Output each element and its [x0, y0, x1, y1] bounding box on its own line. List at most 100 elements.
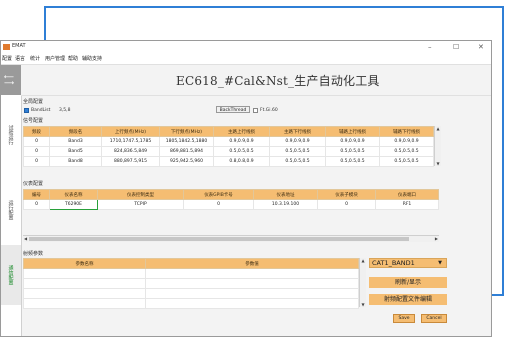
rf-config-edit-button[interactable]: 射频配置文件编辑	[369, 294, 447, 305]
instrument-name-cell[interactable]: T6290E	[49, 199, 98, 210]
backthread-button[interactable]: BackThread	[216, 106, 250, 113]
scroll-right-icon[interactable]: ▶	[435, 236, 438, 242]
table-cell[interactable]: 0.8,0.8,0.9	[213, 156, 270, 167]
table-cell[interactable]: 869,881.5,894	[159, 146, 214, 157]
scroll-down-icon[interactable]: ▼	[360, 302, 366, 307]
table-cell[interactable]: 0.5,0.5,0.5	[213, 146, 270, 157]
table-cell[interactable]: Band8	[49, 156, 102, 167]
table-row[interactable]	[23, 268, 359, 279]
table-cell[interactable]	[145, 278, 359, 289]
menu-item-support[interactable]: 辅助支持	[82, 55, 102, 62]
table-row[interactable]	[23, 278, 359, 289]
table-row[interactable]: 0 Band5 824,836.5,849 869,881.5,894 0.5,…	[23, 146, 434, 157]
table-cell[interactable]	[23, 268, 146, 279]
instrument-table-horizontal-scrollbar[interactable]: ◀ ▶	[23, 235, 439, 242]
column-header[interactable]: 辅路下行线损	[379, 126, 434, 137]
table-cell[interactable]: 0.5,0.5,0.5	[269, 146, 326, 157]
table-cell[interactable]	[23, 298, 146, 309]
scroll-down-icon[interactable]: ▼	[435, 161, 441, 166]
band-config-select[interactable]: CAT1_BAND1 ▼	[369, 258, 447, 268]
column-header[interactable]: 频段	[23, 126, 50, 137]
maximize-button[interactable]: ☐	[453, 42, 459, 53]
table-row[interactable]: 0 Band8 880,897.5,915 925,942.5,960 0.8,…	[23, 156, 434, 167]
table-cell[interactable]: TCPIP	[97, 199, 184, 210]
table-cell[interactable]	[23, 288, 146, 299]
table-cell[interactable]: 0	[317, 199, 376, 210]
column-header[interactable]: 参数值	[145, 258, 359, 269]
table-cell[interactable]: 0	[183, 199, 254, 210]
table-cell[interactable]: RF1	[375, 199, 439, 210]
column-header[interactable]: 主路下行线损	[269, 126, 326, 137]
column-header[interactable]: 仪表端口	[375, 189, 439, 200]
menu-item-help[interactable]: 帮助	[68, 55, 78, 62]
save-button[interactable]: Save	[393, 314, 415, 323]
sidebar-item-test-run[interactable]: 试验运行	[1, 105, 21, 165]
column-header[interactable]: 下行频点(MHz)	[159, 126, 214, 137]
menu-bar: 配置 语言 统计 用户管理 帮助 辅助支持	[1, 54, 491, 65]
ft-checkbox[interactable]	[253, 108, 258, 113]
menu-item-language[interactable]: 语言	[15, 55, 25, 62]
table-cell[interactable]: 1805,1842.5,1880	[159, 136, 214, 147]
table-cell[interactable]: 0.5,0.5,0.5	[269, 156, 326, 167]
sidebar-toggle[interactable]: ⟵ ⟶	[1, 65, 21, 95]
column-header[interactable]: 仪表GPIB卡号	[183, 189, 254, 200]
table-cell[interactable]: 0.5,0.5,0.5	[325, 146, 380, 157]
table-cell[interactable]: 880,897.5,915	[101, 156, 160, 167]
sidebar-item-run-config[interactable]: 运行配置	[1, 175, 21, 245]
table-cell[interactable]: 0.9,0.9,0.9	[379, 136, 434, 147]
table-cell[interactable]	[145, 268, 359, 279]
table-cell[interactable]: Band3	[49, 136, 102, 147]
column-header[interactable]: 主路上行线损	[213, 126, 270, 137]
scroll-up-icon[interactable]: ▲	[360, 258, 366, 263]
sidebar-item-comm-config[interactable]: 通信配置	[1, 245, 21, 305]
table-cell[interactable]: 0.5,0.5,0.5	[379, 156, 434, 167]
refresh-display-button[interactable]: 刷新/显示	[369, 277, 447, 288]
table-cell[interactable]: 0	[23, 136, 50, 147]
table-cell[interactable]: 0	[23, 199, 50, 210]
table-cell[interactable]: 0.5,0.5,0.5	[325, 156, 380, 167]
table-cell[interactable]: 0.9,0.9,0.9	[269, 136, 326, 147]
table-cell[interactable]: 1710,1747.5,1785	[101, 136, 160, 147]
menu-item-user-management[interactable]: 用户管理	[45, 55, 65, 62]
table-cell[interactable]: 0	[23, 146, 50, 157]
table-row[interactable]	[23, 298, 359, 309]
table-cell[interactable]: 925,942.5,960	[159, 156, 214, 167]
menu-item-config[interactable]: 配置	[2, 55, 12, 62]
scroll-thumb[interactable]	[29, 237, 409, 241]
minimize-button[interactable]: –	[428, 42, 432, 53]
table-cell[interactable]: 10.3.19.100	[253, 199, 318, 210]
column-header[interactable]: 参数名称	[23, 258, 146, 269]
sidebar-item-label: 试验运行	[7, 125, 14, 145]
scroll-up-icon[interactable]: ▲	[435, 126, 441, 131]
table-cell[interactable]: Band5	[49, 146, 102, 157]
close-button[interactable]: ✕	[478, 42, 484, 53]
table-cell[interactable]: 0.9,0.9,0.9	[325, 136, 380, 147]
table-cell[interactable]	[145, 288, 359, 299]
table-row[interactable]: 0 T6290E TCPIP 0 10.3.19.100 0 RF1	[23, 199, 439, 210]
menu-item-statistics[interactable]: 统计	[30, 55, 40, 62]
signal-table-vertical-scrollbar[interactable]: ▲ ▼	[434, 126, 441, 166]
cancel-button[interactable]: Cancel	[421, 314, 447, 323]
column-header[interactable]: 仪表子模块	[317, 189, 376, 200]
column-header[interactable]: 仪表地址	[253, 189, 318, 200]
table-cell[interactable]: 824,836.5,849	[101, 146, 160, 157]
app-logo-icon	[3, 44, 10, 50]
column-header[interactable]: 上行频点(MHz)	[101, 126, 160, 137]
column-header[interactable]: 辅路上行线损	[325, 126, 380, 137]
table-cell[interactable]	[145, 298, 359, 309]
table-cell[interactable]: 0.9,0.9,0.9	[213, 136, 270, 147]
column-header[interactable]: 仪表名称	[49, 189, 98, 200]
param-table-vertical-scrollbar[interactable]: ▲ ▼	[359, 258, 366, 307]
table-cell[interactable]: 0.5,0.5,0.5	[379, 146, 434, 157]
param-header-row: 参数名称 参数值	[23, 258, 359, 269]
column-header[interactable]: 仪表控制类型	[97, 189, 184, 200]
table-row[interactable]	[23, 288, 359, 299]
column-header[interactable]: 频段名	[49, 126, 102, 137]
table-cell[interactable]: 0	[23, 156, 50, 167]
table-row[interactable]: 0 Band3 1710,1747.5,1785 1805,1842.5,188…	[23, 136, 434, 147]
column-header[interactable]: 编号	[23, 189, 50, 200]
bandlist-value[interactable]: 3,5,8	[59, 108, 70, 113]
scroll-left-icon[interactable]: ◀	[24, 236, 27, 242]
bandlist-checkbox[interactable]	[24, 108, 29, 113]
table-cell[interactable]	[23, 278, 146, 289]
